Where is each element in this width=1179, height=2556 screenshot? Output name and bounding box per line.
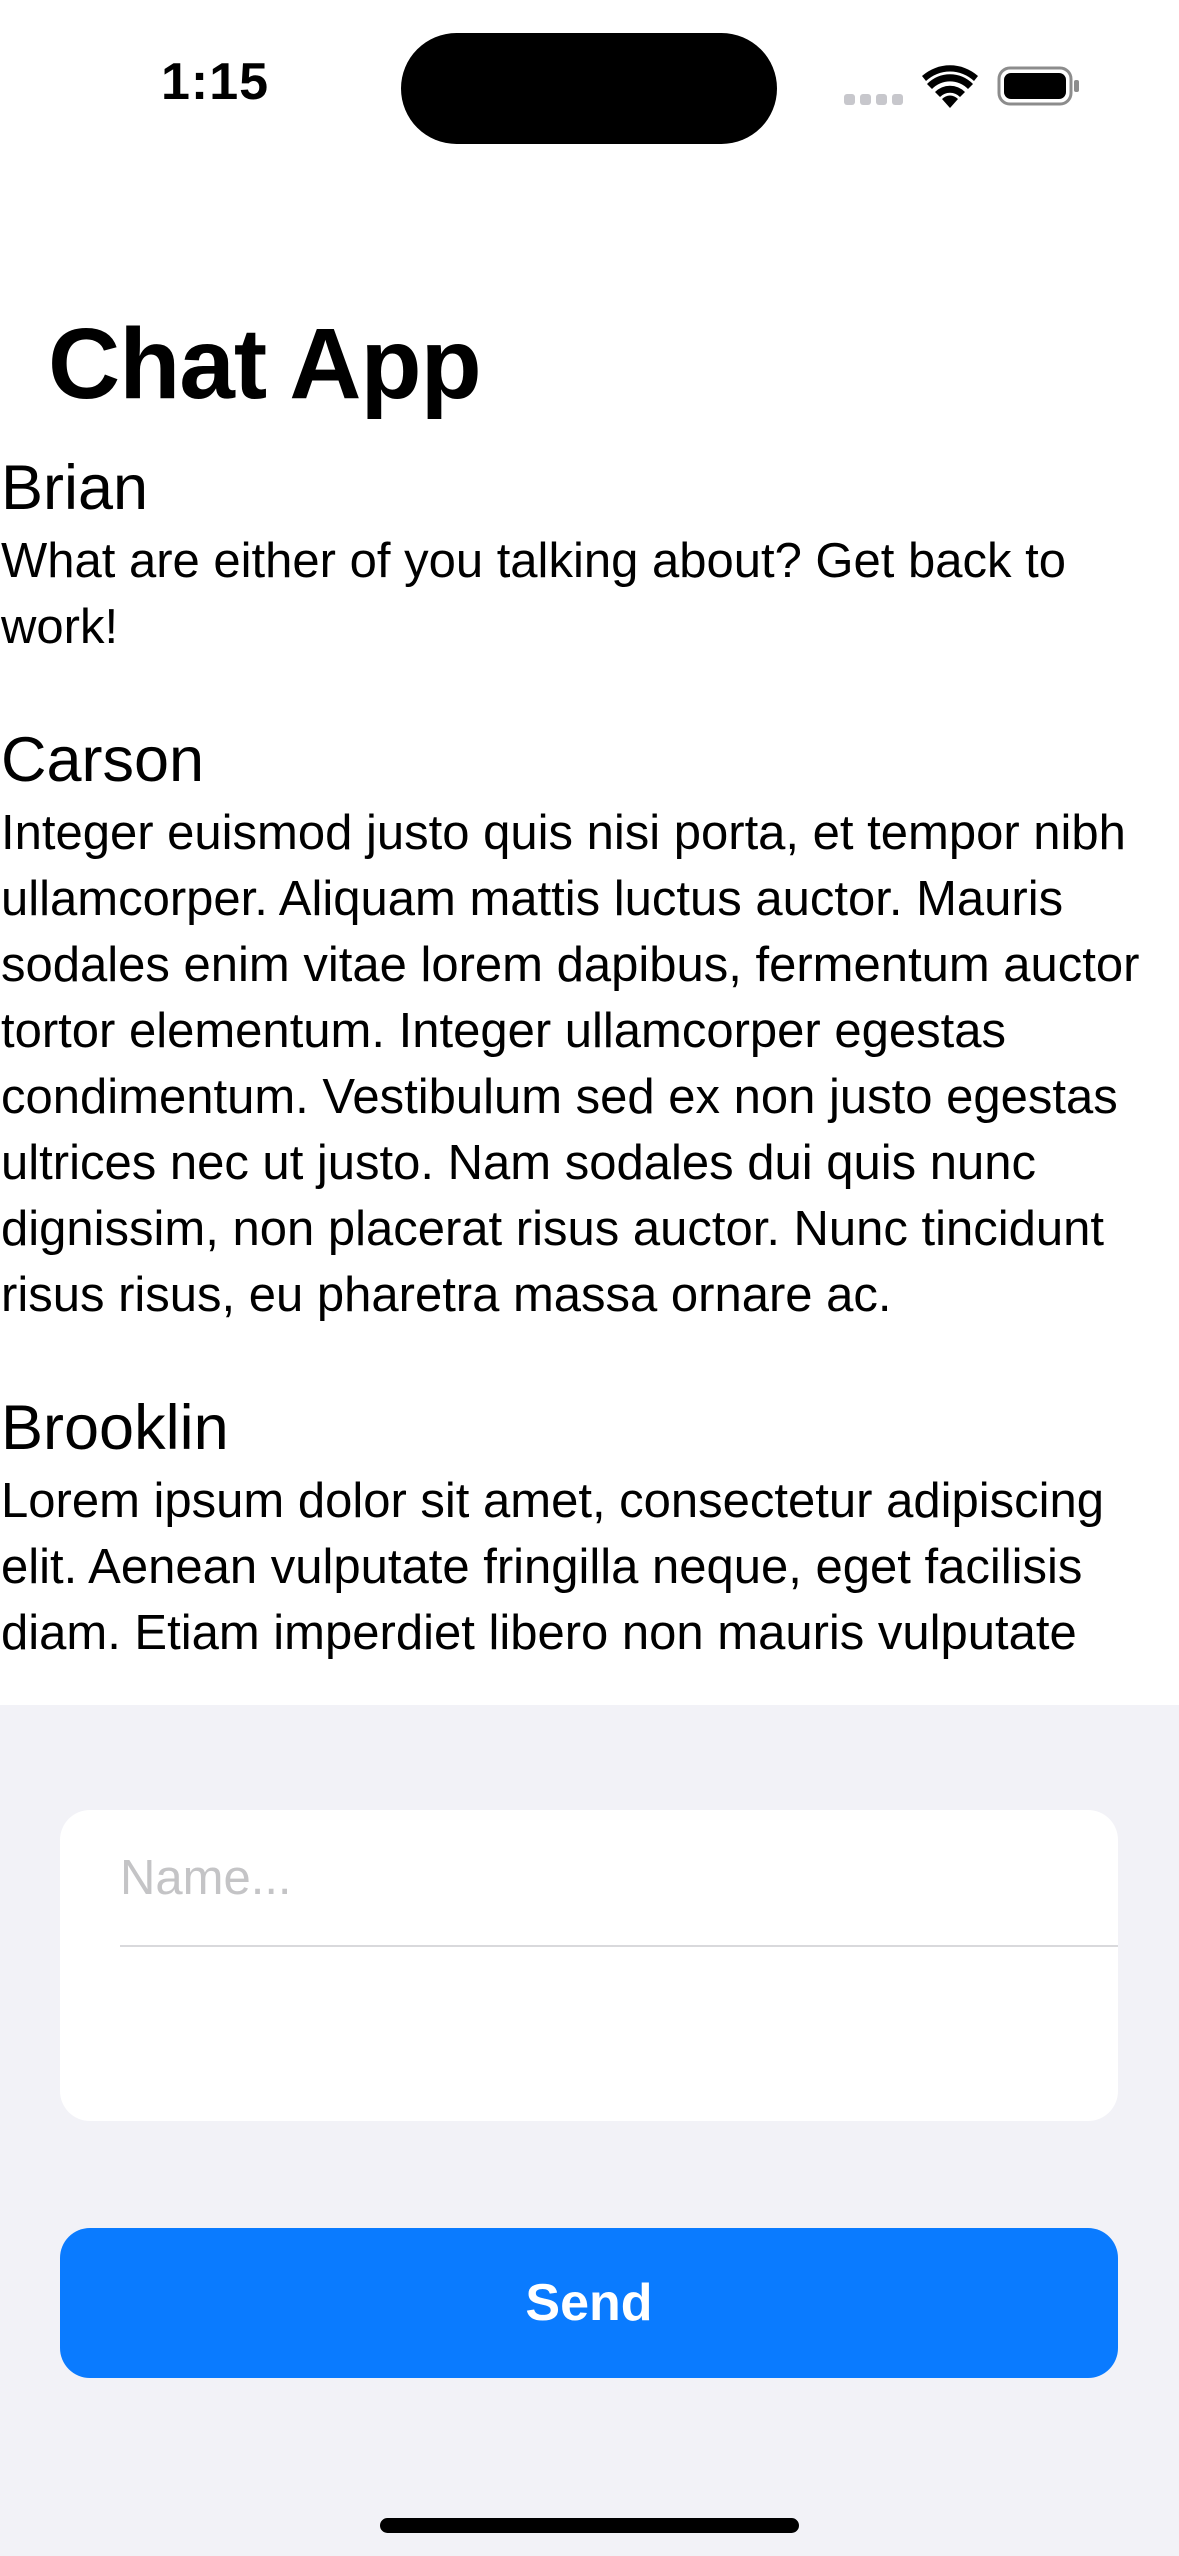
home-indicator	[380, 2518, 799, 2533]
message-text: What are either of you talking about? Ge…	[1, 534, 1067, 654]
message-author: Carson	[1, 725, 205, 795]
status-time: 1:15	[160, 53, 270, 111]
wifi-icon	[922, 65, 978, 108]
message-list[interactable]: Brian What are either of you talking abo…	[1, 448, 1179, 1705]
send-button[interactable]: Send	[60, 2228, 1118, 2378]
message-author: Brooklin	[1, 1393, 229, 1463]
message-author: Brian	[1, 453, 149, 523]
name-input[interactable]	[120, 1810, 1118, 1945]
message-item: Brian What are either of you talking abo…	[1, 448, 1179, 660]
message-input[interactable]	[120, 1947, 1118, 2121]
message-item: Carson Integer euismod justo quis nisi p…	[1, 720, 1179, 1328]
message-text: Integer euismod justo quis nisi porta, e…	[1, 806, 1140, 1322]
chat-scroll-area[interactable]: Chat App Brian What are either of you ta…	[0, 0, 1179, 1705]
cellular-signal-icon	[844, 94, 904, 106]
message-item: Brooklin Lorem ipsum dolor sit amet, con…	[1, 1388, 1179, 1666]
compose-form-card	[60, 1810, 1118, 2121]
screen: Chat App Brian What are either of you ta…	[0, 0, 1179, 2556]
status-bar: 1:15	[0, 0, 1179, 170]
page-title: Chat App	[48, 308, 482, 420]
compose-panel: Send	[0, 1705, 1179, 2556]
dynamic-island	[401, 33, 777, 144]
message-text: Lorem ipsum dolor sit amet, consectetur …	[1, 1474, 1105, 1660]
battery-icon	[997, 66, 1079, 106]
